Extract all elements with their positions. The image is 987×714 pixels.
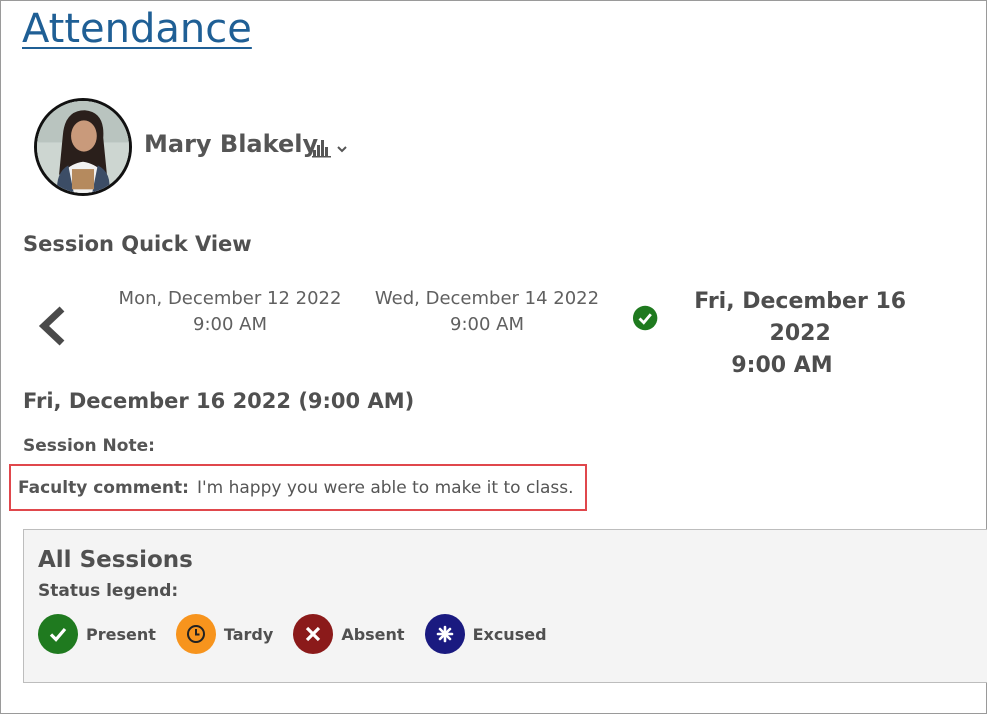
session-item-selected[interactable]: Fri, December 16 2022 9:00 AM xyxy=(632,286,932,382)
legend-label: Absent xyxy=(341,624,405,644)
student-avatar xyxy=(34,98,132,196)
faculty-comment: Faculty comment: I'm happy you were able … xyxy=(9,464,587,511)
session-note-label: Session Note: xyxy=(23,436,155,456)
faculty-comment-text: I'm happy you were able to make it to cl… xyxy=(196,478,574,498)
legend-item-present: Present xyxy=(38,614,156,654)
session-quick-view-heading: Session Quick View xyxy=(23,232,252,256)
check-icon xyxy=(38,614,78,654)
session-date: Mon, December 12 2022 xyxy=(118,288,342,309)
status-legend: Present Tardy Absent Excused xyxy=(38,614,567,654)
legend-item-tardy: Tardy xyxy=(175,614,274,654)
legend-label: Excused xyxy=(472,624,547,644)
status-legend-label: Status legend: xyxy=(38,581,179,601)
student-stats-dropdown[interactable] xyxy=(311,136,351,158)
legend-label: Tardy xyxy=(223,624,274,644)
page-title-link[interactable]: Attendance xyxy=(22,6,252,52)
all-sessions-panel: All Sessions Status legend: Present Tard… xyxy=(23,529,987,683)
asterisk-icon xyxy=(424,614,465,654)
clock-icon xyxy=(175,614,216,654)
legend-item-excused: Excused xyxy=(424,614,547,654)
legend-label: Present xyxy=(86,624,156,644)
faculty-comment-label: Faculty comment: xyxy=(18,478,189,498)
previous-sessions-button[interactable] xyxy=(34,305,70,347)
session-item[interactable]: Wed, December 14 2022 9:00 AM xyxy=(370,286,604,338)
session-item[interactable]: Mon, December 12 2022 9:00 AM xyxy=(112,286,348,338)
all-sessions-title: All Sessions xyxy=(38,547,193,573)
bar-chart-icon xyxy=(312,140,347,158)
session-time: 9:00 AM xyxy=(193,314,267,335)
legend-item-absent: Absent xyxy=(293,614,405,654)
session-date: Wed, December 14 2022 xyxy=(374,288,600,309)
chevron-left-icon xyxy=(38,306,65,346)
session-time: 9:00 AM xyxy=(731,353,833,378)
present-check-icon xyxy=(632,305,658,331)
student-name: Mary Blakely xyxy=(144,130,319,158)
x-icon xyxy=(293,614,334,654)
session-date: Fri, December 16 2022 xyxy=(694,289,907,346)
selected-session-title: Fri, December 16 2022 (9:00 AM) xyxy=(23,389,415,413)
session-time: 9:00 AM xyxy=(450,314,524,335)
